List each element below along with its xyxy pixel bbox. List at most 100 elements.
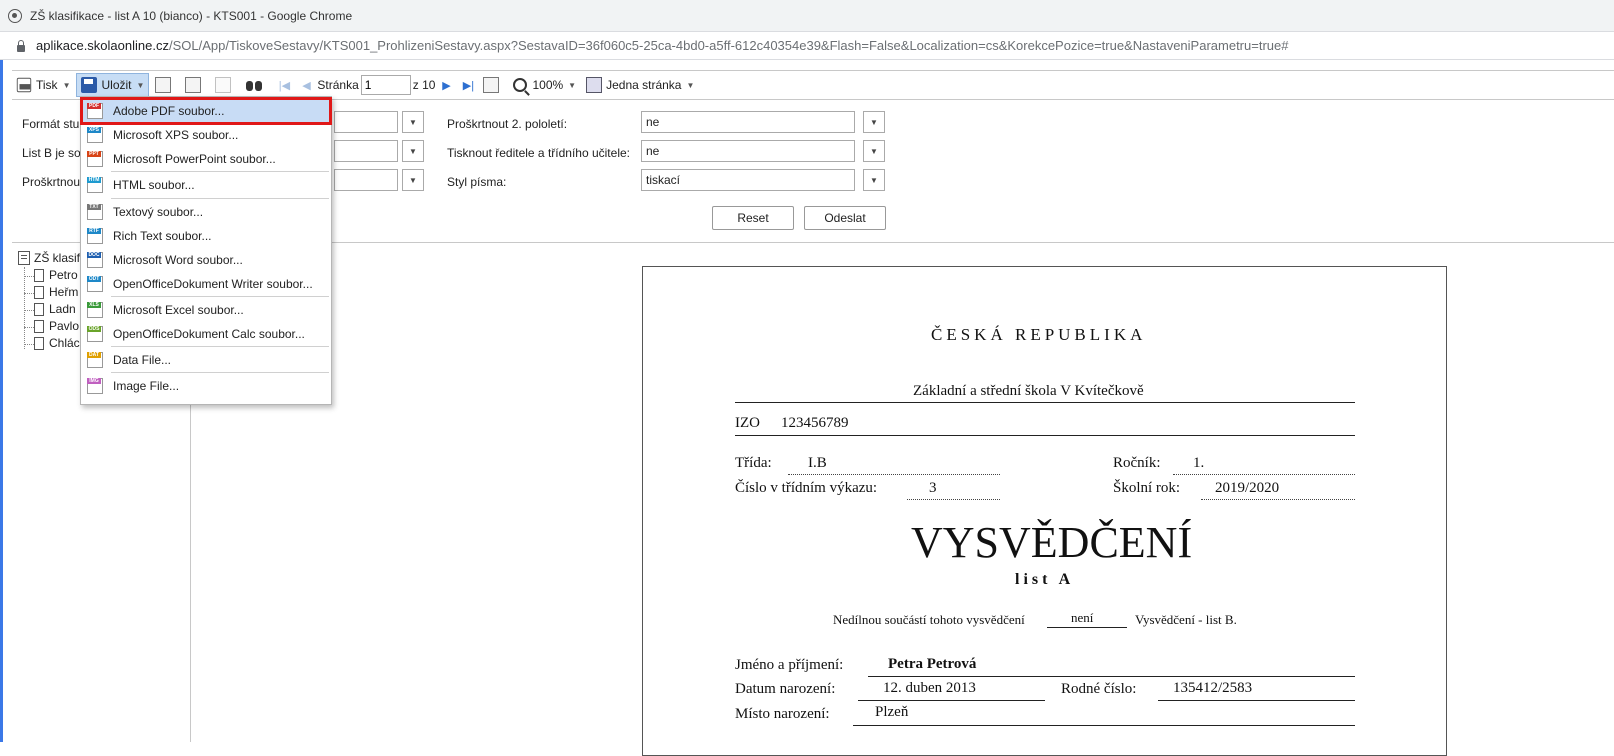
save-menu-item-label: Adobe PDF soubor... (113, 104, 225, 118)
param-label-cross: Proškrtnou (22, 175, 81, 189)
odt-icon: ODT (87, 276, 103, 292)
tree-item[interactable]: Pavlo (34, 319, 79, 333)
param-dropdown-font-style[interactable]: ▼ (863, 169, 885, 191)
view-mode-dropdown[interactable]: Jedna stránka ▼ (582, 73, 698, 97)
country-heading: ČESKÁ REPUBLIKA (931, 325, 1147, 344)
url-domain[interactable]: aplikace.skolaonline.cz (36, 38, 169, 53)
print-label: Tisk (36, 78, 58, 92)
tree-item[interactable]: Heřm (34, 285, 78, 299)
field-underline (907, 499, 1000, 500)
tree-root[interactable]: ZŠ klasif (18, 251, 80, 265)
print-button[interactable]: Tisk ▼ (12, 73, 74, 97)
lock-icon[interactable] (16, 39, 26, 52)
certificate-heading: VYSVĚDČENÍ (911, 518, 1193, 567)
chevron-down-icon: ▼ (686, 80, 695, 90)
file-icon (34, 319, 44, 333)
save-menu-item[interactable]: DOC Microsoft Word soubor... (83, 249, 329, 271)
param-dropdown-cross[interactable]: ▼ (402, 169, 424, 191)
page-label: Stránka (317, 78, 359, 92)
document-map-button[interactable] (151, 73, 179, 97)
copy-button[interactable] (211, 73, 239, 97)
tree-item[interactable]: Ladn (34, 302, 76, 316)
param-input-semester[interactable]: ne (641, 111, 855, 133)
place-value: Plzeň (875, 704, 909, 720)
parameters-button[interactable] (181, 73, 209, 97)
file-icon (34, 268, 44, 282)
tree-item-label: Heřm (49, 285, 79, 299)
param-dropdown-format[interactable]: ▼ (402, 111, 424, 133)
zoom-dropdown[interactable]: 100% ▼ (509, 73, 580, 97)
class-label: Třída: (735, 455, 772, 471)
save-menu-item-label: Microsoft Excel soubor... (113, 303, 244, 317)
file-type-tag: XLS (87, 302, 101, 308)
tree-connector (24, 293, 34, 294)
file-type-tag: HTM (87, 177, 101, 183)
param-input-format[interactable] (334, 111, 398, 133)
save-menu-item[interactable]: ODS OpenOfficeDokument Calc soubor... (83, 323, 329, 345)
chevron-down-icon: ▼ (136, 80, 145, 90)
tree-item[interactable]: Chlác (34, 336, 80, 350)
file-type-tag: DOC (87, 252, 101, 258)
note-value: není (1071, 610, 1094, 625)
xps-icon: XPS (87, 127, 103, 143)
save-menu-item[interactable]: HTM HTML soubor... (83, 174, 329, 196)
save-menu-item[interactable]: TXT Textový soubor... (83, 201, 329, 223)
param-label-semester: Proškrtnout 2. pololetí: (447, 117, 568, 131)
param-input-cross[interactable] (334, 169, 398, 191)
param-label-font-style: Styl písma: (447, 175, 507, 189)
id-label: Rodné číslo: (1061, 681, 1137, 697)
save-menu-item-label: Rich Text soubor... (113, 229, 212, 243)
save-menu-item-label: Image File... (113, 379, 180, 393)
first-page-icon[interactable]: |◀ (277, 77, 291, 93)
tree-item[interactable]: Petro (34, 268, 78, 282)
data-icon: DAT (87, 352, 103, 368)
reset-button[interactable]: Reset (712, 206, 794, 230)
param-input-print-teacher[interactable]: ne (641, 140, 855, 162)
last-page-icon[interactable]: ▶| (461, 77, 475, 93)
save-menu-item[interactable]: PPT Microsoft PowerPoint soubor... (83, 148, 329, 170)
find-button[interactable] (241, 73, 271, 97)
save-button[interactable]: Uložit ▼ (76, 73, 150, 97)
file-type-tag: RTF (87, 228, 101, 234)
tree-connector (24, 327, 34, 328)
param-dropdown-list-b[interactable]: ▼ (402, 140, 424, 162)
tree-root-label: ZŠ klasif (34, 251, 81, 265)
save-menu-item[interactable]: RTF Rich Text soubor... (83, 225, 329, 247)
save-menu-item[interactable]: XPS Microsoft XPS soubor... (83, 124, 329, 146)
file-type-tag: PDF (87, 103, 101, 109)
tree-item-label: Ladn (49, 302, 76, 316)
param-input-font-style[interactable]: tiskací (641, 169, 855, 191)
param-dropdown-semester[interactable]: ▼ (863, 111, 885, 133)
rtf-icon: RTF (87, 228, 103, 244)
previous-page-icon[interactable]: ◀ (299, 77, 313, 93)
param-input-list-b[interactable] (334, 140, 398, 162)
submit-button[interactable]: Odeslat (804, 206, 886, 230)
save-menu-item[interactable]: XLS Microsoft Excel soubor... (83, 299, 329, 321)
image-icon: IMG (87, 378, 103, 394)
binoculars-icon (245, 77, 263, 93)
page-icon (586, 77, 603, 93)
fullscreen-button[interactable] (479, 73, 507, 97)
menu-separator (111, 296, 329, 297)
save-menu-item[interactable]: IMG Image File... (83, 375, 329, 397)
save-menu-item[interactable]: DAT Data File... (83, 349, 329, 371)
address-bar[interactable]: aplikace.skolaonline.cz/SOL/App/TiskoveS… (0, 32, 1614, 60)
tree-connector (24, 344, 34, 345)
file-type-tag: ODT (87, 276, 101, 282)
window-left-edge (0, 60, 3, 742)
save-menu-item[interactable]: PDF Adobe PDF soubor... (80, 97, 332, 125)
menu-separator (111, 346, 329, 347)
url-path[interactable]: /SOL/App/TiskoveSestavy/KTS001_Prohlizen… (169, 38, 1289, 53)
page-number-input[interactable] (360, 75, 411, 95)
tree-connector (24, 276, 34, 277)
field-underline (858, 700, 1045, 701)
file-icon (34, 336, 44, 350)
field-underline (788, 474, 1000, 475)
document-map-icon (155, 77, 172, 93)
param-label-format: Formát stu (22, 117, 80, 131)
class-value: I.B (808, 455, 827, 471)
id-value: 135412/2583 (1173, 680, 1253, 696)
save-menu-item[interactable]: ODT OpenOfficeDokument Writer soubor... (83, 273, 329, 295)
param-dropdown-print-teacher[interactable]: ▼ (863, 140, 885, 162)
next-page-icon[interactable]: ▶ (439, 77, 453, 93)
